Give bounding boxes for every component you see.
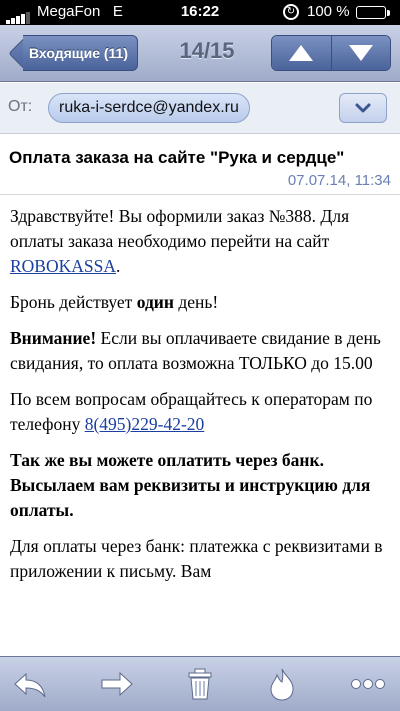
message-counter: 14/15 <box>179 38 235 63</box>
nav-bar: Входящие (11) 14/15 <box>0 25 400 82</box>
delete-button[interactable] <box>180 666 220 704</box>
reply-icon <box>14 672 46 698</box>
paragraph-contact: По всем вопросам обращайтесь к оператора… <box>10 389 373 434</box>
battery-percent: 100 % <box>307 3 350 20</box>
down-arrow-icon <box>348 45 373 61</box>
paragraph-warning: Внимание! Если вы оплачиваете свидание в… <box>10 328 381 373</box>
message-subject: Оплата заказа на сайте "Рука и сердце" <box>9 148 345 167</box>
message-header: Оплата заказа на сайте "Рука и сердце" 0… <box>0 135 400 195</box>
forward-icon <box>101 671 133 697</box>
battery-icon <box>356 6 386 19</box>
robokassa-link[interactable]: ROBOKASSA <box>10 256 116 276</box>
back-button-label: Входящие (11) <box>23 35 138 71</box>
flame-icon <box>270 668 294 701</box>
next-message-button[interactable] <box>330 36 390 70</box>
trash-icon <box>188 668 212 700</box>
paragraph-reservation: Бронь действует один день! <box>10 292 219 312</box>
from-label: От: <box>8 98 33 115</box>
reply-button[interactable] <box>10 666 50 704</box>
phone-link[interactable]: 8(495)229-42-20 <box>85 414 205 434</box>
sender-address-chip[interactable]: ruka-i-serdce@yandex.ru <box>48 93 250 123</box>
paragraph-greeting: Здравствуйте! Вы оформили заказ №388. Дл… <box>10 206 350 276</box>
status-bar: MegaFon E 16:22 ↻ 100 % <box>0 0 400 25</box>
spam-button[interactable] <box>262 666 302 704</box>
paragraph-bank: Так же вы можете оплатить через банк. Вы… <box>10 450 371 520</box>
bottom-toolbar <box>0 656 400 711</box>
message-navigation <box>271 35 391 71</box>
show-details-button[interactable] <box>339 93 387 123</box>
previous-message-button[interactable] <box>272 36 331 70</box>
back-to-inbox-button[interactable]: Входящие (11) <box>6 35 138 71</box>
more-icon <box>351 679 385 689</box>
chevron-down-icon <box>355 103 371 113</box>
paragraph-bank-details: Для оплаты через банк: платежка с реквиз… <box>10 536 383 581</box>
message-date: 07.07.14, 11:34 <box>287 172 391 189</box>
forward-button[interactable] <box>97 666 137 704</box>
up-arrow-icon <box>289 45 314 61</box>
more-button[interactable] <box>348 666 388 704</box>
rotation-lock-icon: ↻ <box>283 4 299 20</box>
message-body: Здравствуйте! Вы оформили заказ №388. Дл… <box>10 200 394 655</box>
from-row: От: ruka-i-serdce@yandex.ru <box>0 83 400 134</box>
